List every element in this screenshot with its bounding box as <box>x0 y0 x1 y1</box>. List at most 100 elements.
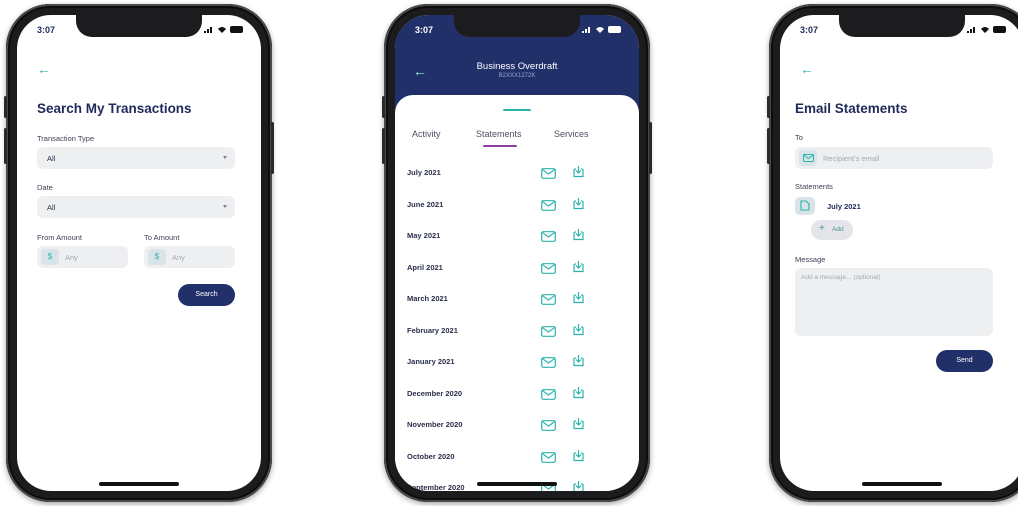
add-statement-button[interactable]: + Add <box>811 220 853 240</box>
statement-month: December 2020 <box>407 388 463 398</box>
statement-month: May 2021 <box>407 231 441 240</box>
wifi-icon <box>218 27 226 33</box>
signal-icon <box>967 27 975 33</box>
notch <box>839 15 965 37</box>
download-icon[interactable] <box>572 165 585 183</box>
transaction-type-label: Transaction Type <box>37 134 95 143</box>
send-button[interactable]: Send <box>936 350 993 372</box>
mail-icon[interactable] <box>541 261 556 279</box>
date-value: All <box>47 203 56 212</box>
statement-row: July 2021 <box>395 158 639 189</box>
battery-icon <box>608 26 621 33</box>
wifi-icon <box>981 27 989 33</box>
screen-email: 3:07 ← Email Statements To Recipient's e… <box>780 15 1018 491</box>
mail-icon[interactable] <box>541 166 556 184</box>
statement-row: March 2021 <box>395 284 639 315</box>
statement-item: July 2021 <box>795 195 975 217</box>
statement-month: April 2021 <box>407 262 443 272</box>
to-amount-input[interactable]: $ Any <box>144 246 235 268</box>
from-amount-placeholder: Any <box>65 253 78 262</box>
recipient-email-input[interactable]: Recipient's email <box>795 147 993 169</box>
back-arrow-icon[interactable]: ← <box>413 63 427 79</box>
statement-row: October 2020 <box>395 442 639 473</box>
to-amount-placeholder: Any <box>172 253 185 262</box>
search-button[interactable]: Search <box>178 284 235 306</box>
signal-icon <box>204 27 212 33</box>
recipient-placeholder: Recipient's email <box>823 154 880 163</box>
mail-icon[interactable] <box>541 355 556 373</box>
dollar-icon: $ <box>148 249 166 265</box>
dollar-icon: $ <box>41 249 59 265</box>
status-time: 3:07 <box>415 25 434 35</box>
download-icon[interactable] <box>572 228 585 246</box>
battery-icon <box>230 26 243 33</box>
message-placeholder: Add a message... (optional) <box>801 274 881 281</box>
tab-services[interactable]: Services <box>554 129 589 139</box>
statement-month: September 2020 <box>407 483 465 491</box>
date-select[interactable]: All <box>37 196 235 218</box>
mail-icon[interactable] <box>541 324 556 342</box>
download-icon[interactable] <box>572 354 585 372</box>
download-icon[interactable] <box>572 449 585 467</box>
mail-icon[interactable] <box>541 229 556 247</box>
selected-statement-month: July 2021 <box>827 202 861 211</box>
transaction-type-value: All <box>47 154 56 163</box>
account-number: B2XXX1272K <box>498 73 536 79</box>
statement-row: December 2020 <box>395 379 639 410</box>
signal-icon <box>582 27 590 33</box>
from-amount-label: From Amount <box>37 233 83 242</box>
back-arrow-icon[interactable]: ← <box>37 61 51 77</box>
chevron-down-icon <box>223 205 227 208</box>
status-time: 3:07 <box>800 25 819 35</box>
document-icon <box>795 197 815 215</box>
chevron-down-icon <box>223 156 227 159</box>
message-textarea[interactable]: Add a message... (optional) <box>795 268 993 336</box>
home-indicator <box>99 482 179 486</box>
mail-icon[interactable] <box>541 418 556 436</box>
mail-icon <box>799 150 817 166</box>
statement-month: January 2021 <box>407 357 455 366</box>
tab-activity[interactable]: Activity <box>412 129 441 139</box>
download-icon[interactable] <box>572 480 585 491</box>
drag-handle[interactable] <box>503 109 531 111</box>
add-label: Add <box>832 226 844 233</box>
home-indicator <box>862 482 942 486</box>
to-label: To <box>795 133 803 142</box>
statement-row: November 2020 <box>395 410 639 441</box>
mail-icon[interactable] <box>541 198 556 216</box>
phone-search: 3:07 ← Search My Transactions Transactio… <box>4 4 274 502</box>
download-icon[interactable] <box>572 291 585 309</box>
home-indicator <box>477 482 557 486</box>
back-arrow-icon[interactable]: ← <box>800 61 814 77</box>
statement-row: June 2021 <box>395 190 639 221</box>
statements-label: Statements <box>795 182 833 191</box>
statement-row: April 2021 <box>395 253 639 284</box>
download-icon[interactable] <box>572 323 585 341</box>
to-amount-label: To Amount <box>144 233 180 242</box>
screen-statements: Business Overdraft B2XXX1272K 3:07 ← Act… <box>395 15 639 491</box>
statement-row: February 2021 <box>395 316 639 347</box>
statement-row: January 2021 <box>395 347 639 378</box>
mail-icon[interactable] <box>541 450 556 468</box>
status-time: 3:07 <box>37 25 56 35</box>
plus-icon: + <box>819 223 825 234</box>
statements-card: Activity Statements Services July 2021 Ju… <box>395 95 639 491</box>
statement-month: July 2021 <box>407 168 441 177</box>
message-label: Message <box>795 255 826 264</box>
screen-search: 3:07 ← Search My Transactions Transactio… <box>17 15 261 491</box>
tab-statements[interactable]: Statements <box>476 129 522 139</box>
mail-icon[interactable] <box>541 387 556 405</box>
phone-email: 3:07 ← Email Statements To Recipient's e… <box>767 4 1018 502</box>
download-icon[interactable] <box>572 386 585 404</box>
transaction-type-select[interactable]: All <box>37 147 235 169</box>
download-icon[interactable] <box>572 260 585 278</box>
mail-icon[interactable] <box>541 292 556 310</box>
notch <box>454 15 580 37</box>
download-icon[interactable] <box>572 417 585 435</box>
phone-statements: Business Overdraft B2XXX1272K 3:07 ← Act… <box>382 4 652 502</box>
from-amount-input[interactable]: $ Any <box>37 246 128 268</box>
battery-icon <box>993 26 1006 33</box>
wifi-icon <box>596 27 604 33</box>
page-title: Search My Transactions <box>37 101 192 116</box>
download-icon[interactable] <box>572 197 585 215</box>
